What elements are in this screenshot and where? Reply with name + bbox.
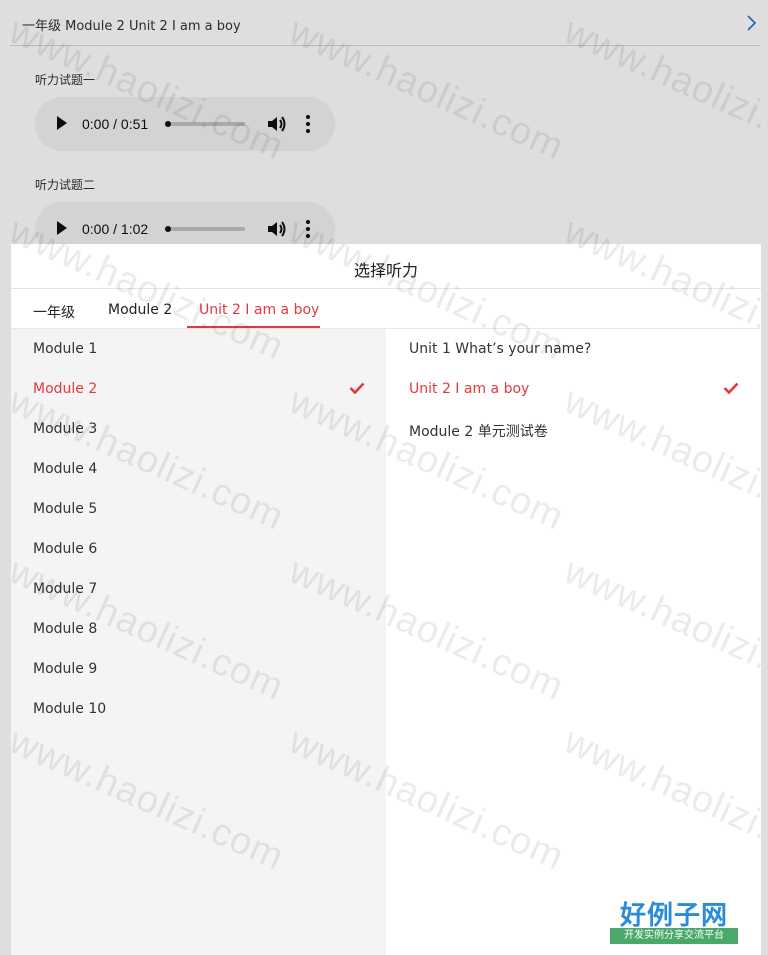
module-item-3[interactable]: Module 3 — [33, 421, 97, 437]
tab-unit[interactable]: Unit 2 I am a boy — [199, 302, 319, 318]
logo-title: 好例子网 — [619, 901, 728, 931]
active-tab-indicator — [187, 326, 320, 328]
tab-module[interactable]: Module 2 — [108, 302, 172, 318]
unit-item-1[interactable]: Unit 1 What’s your name? — [409, 341, 591, 357]
module-item-7[interactable]: Module 7 — [33, 581, 97, 597]
unit-item-3[interactable]: Module 2 单元测试卷 — [409, 421, 548, 441]
tab-grade[interactable]: 一年级 — [33, 302, 75, 322]
module-item-6[interactable]: Module 6 — [33, 541, 97, 557]
module-item-1[interactable]: Module 1 — [33, 341, 97, 357]
unit-item-2[interactable]: Unit 2 I am a boy — [409, 381, 529, 397]
site-logo: 好例子网 开发实例分享交流平台 — [610, 895, 738, 945]
module-item-4[interactable]: Module 4 — [33, 461, 97, 477]
unit-list: Unit 1 What’s your name? Unit 2 I am a b… — [386, 329, 761, 955]
module-item-2[interactable]: Module 2 — [33, 381, 97, 397]
logo-subtitle: 开发实例分享交流平台 — [610, 928, 738, 944]
select-listening-dialog: 选择听力 一年级 Module 2 Unit 2 I am a boy Modu… — [11, 244, 761, 955]
module-item-9[interactable]: Module 9 — [33, 661, 97, 677]
module-list: Module 1 Module 2 Module 3 Module 4 Modu… — [11, 329, 386, 955]
check-icon — [349, 382, 365, 394]
module-item-8[interactable]: Module 8 — [33, 621, 97, 637]
dialog-tabs: 一年级 Module 2 Unit 2 I am a boy — [11, 289, 761, 329]
check-icon — [723, 382, 739, 394]
module-item-10[interactable]: Module 10 — [33, 701, 106, 717]
module-item-5[interactable]: Module 5 — [33, 501, 97, 517]
dialog-title: 选择听力 — [353, 261, 418, 280]
dialog-header: 选择听力 — [11, 244, 761, 289]
